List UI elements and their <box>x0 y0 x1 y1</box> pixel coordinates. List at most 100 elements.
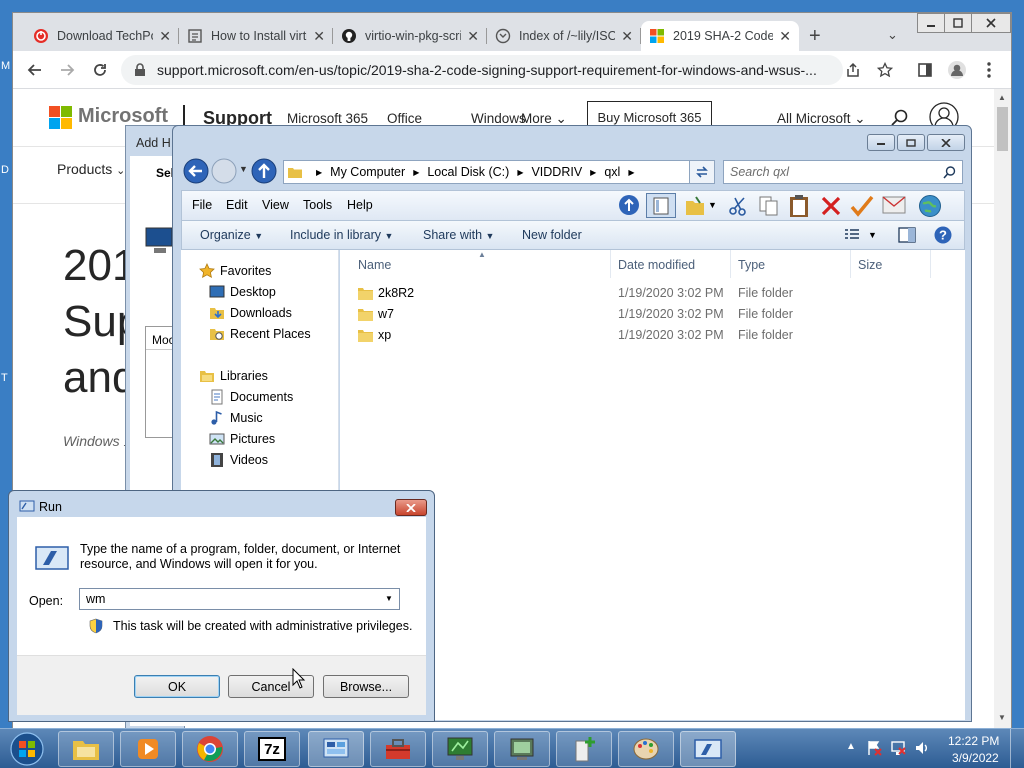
scrollbar-thumb[interactable] <box>997 107 1008 151</box>
properties-check-icon[interactable] <box>850 195 874 217</box>
explorer-close-button[interactable] <box>927 134 965 151</box>
file-row[interactable]: xp 1/19/2020 3:02 PM File folder <box>340 325 965 346</box>
explorer-minimize-button[interactable] <box>867 134 895 151</box>
column-header-type[interactable]: Type <box>738 258 765 272</box>
nav-music[interactable]: Music <box>209 410 263 426</box>
breadcrumb[interactable]: ▶ My Computer ▶ Local Disk (C:) ▶ VIDDRI… <box>283 160 703 184</box>
taskbar-add-program[interactable] <box>556 731 612 767</box>
breadcrumb-my-computer[interactable]: My Computer <box>330 165 405 179</box>
refresh-button[interactable] <box>689 160 715 184</box>
nav-videos[interactable]: Videos <box>209 452 268 468</box>
maximize-button[interactable] <box>944 13 972 33</box>
search-input[interactable]: Search qxl <box>723 160 963 184</box>
cut-scissors-icon[interactable] <box>727 195 749 217</box>
clock-date[interactable]: 3/9/2022 <box>952 751 999 765</box>
copy-icon[interactable] <box>758 195 780 217</box>
include-in-library-button[interactable]: Include in library ▼ <box>290 228 393 242</box>
taskbar-media-player[interactable] <box>120 731 176 767</box>
breadcrumb-qxl[interactable]: qxl <box>604 165 620 179</box>
up-folder-icon[interactable] <box>251 158 277 184</box>
open-combobox[interactable]: wm ▼ <box>79 588 400 610</box>
back-arrow-icon[interactable] <box>183 158 209 184</box>
nav-desktop[interactable]: Desktop <box>209 284 276 300</box>
browse-button[interactable]: Browse... <box>323 675 409 698</box>
taskbar-chrome[interactable] <box>182 731 238 767</box>
taskbar-7zip[interactable]: 7z <box>244 731 300 767</box>
reload-icon[interactable] <box>90 60 110 80</box>
taskbar-explorer[interactable] <box>58 731 114 767</box>
scroll-down-arrow-icon[interactable]: ▼ <box>998 713 1006 722</box>
nav-pictures[interactable]: Pictures <box>209 431 275 447</box>
menu-tools[interactable]: Tools <box>303 198 332 212</box>
close-tab-icon[interactable]: ✕ <box>313 28 325 45</box>
open-dropdown-icon[interactable]: ▼ <box>385 594 393 603</box>
minimize-button[interactable] <box>917 13 945 33</box>
side-panel-icon[interactable] <box>915 60 935 80</box>
close-tab-icon[interactable]: ✕ <box>779 28 791 45</box>
forward-arrow-icon[interactable] <box>211 158 237 184</box>
share-with-button[interactable]: Share with ▼ <box>423 228 494 242</box>
taskbar-device-manager[interactable] <box>494 731 550 767</box>
paste-clipboard-icon[interactable] <box>788 194 810 218</box>
scroll-up-arrow-icon[interactable]: ▲ <box>998 93 1006 102</box>
network-icon[interactable] <box>890 740 906 756</box>
explorer-maximize-button[interactable] <box>897 134 925 151</box>
open-input-value[interactable]: wm <box>86 592 105 606</box>
new-folder-button[interactable]: New folder <box>522 228 582 242</box>
close-tab-icon[interactable]: ✕ <box>621 28 633 45</box>
new-tab-button[interactable]: + <box>809 25 821 48</box>
column-header-date-modified[interactable]: Date modified <box>618 258 695 272</box>
volume-icon[interactable] <box>914 740 930 756</box>
close-tab-icon[interactable]: ✕ <box>467 28 479 45</box>
show-desktop-button[interactable] <box>1010 729 1024 768</box>
menu-edit[interactable]: Edit <box>226 198 248 212</box>
taskbar-network[interactable] <box>432 731 488 767</box>
preview-pane-icon[interactable] <box>898 227 916 243</box>
up-arrow-toolbar-icon[interactable] <box>618 194 640 216</box>
close-button[interactable] <box>971 13 1011 33</box>
nav-libraries[interactable]: Libraries <box>199 368 268 384</box>
nav-favorites[interactable]: Favorites <box>199 263 271 279</box>
view-details-icon[interactable] <box>844 229 860 241</box>
clock-time[interactable]: 12:22 PM <box>948 734 999 748</box>
start-orb-icon[interactable] <box>8 731 46 767</box>
taskbar-toolbox[interactable] <box>370 731 426 767</box>
tab-0[interactable]: Download TechPowerUp ✕ <box>25 21 179 51</box>
history-dropdown-icon[interactable]: ▼ <box>239 164 248 174</box>
tab-search-chevron-icon[interactable]: ⌄ <box>887 27 898 43</box>
organize-button[interactable]: Organize ▼ <box>200 228 263 242</box>
help-icon[interactable]: ? <box>934 226 952 244</box>
view-pane-button[interactable] <box>646 193 676 218</box>
share-icon[interactable] <box>843 60 863 80</box>
page-scrollbar[interactable]: ▲ ▼ <box>994 89 1011 729</box>
taskbar-control-panel[interactable] <box>308 731 364 767</box>
file-row[interactable]: w7 1/19/2020 3:02 PM File folder <box>340 304 965 325</box>
taskbar-run[interactable] <box>680 731 736 767</box>
file-row[interactable]: 2k8R2 1/19/2020 3:02 PM File folder <box>340 283 965 304</box>
nav-documents[interactable]: Documents <box>209 389 293 405</box>
breadcrumb-local-disk[interactable]: Local Disk (C:) <box>427 165 509 179</box>
delete-x-icon[interactable] <box>820 195 842 217</box>
run-close-button[interactable] <box>395 499 427 516</box>
view-dropdown-icon[interactable]: ▼ <box>868 230 877 240</box>
close-tab-icon[interactable]: ✕ <box>159 28 171 45</box>
show-hidden-icons-icon[interactable]: ▲ <box>846 741 856 752</box>
menu-kebab-icon[interactable] <box>979 60 999 80</box>
taskbar-paint[interactable] <box>618 731 674 767</box>
tab-4-active[interactable]: 2019 SHA-2 Code Signing ✕ <box>641 21 799 51</box>
bookmark-star-icon[interactable] <box>875 60 895 80</box>
back-icon[interactable] <box>25 60 45 80</box>
nav-office[interactable]: Office <box>387 111 422 126</box>
nav-recent-places[interactable]: Recent Places <box>209 326 311 342</box>
action-center-flag-icon[interactable] <box>866 740 882 756</box>
folder-options-dropdown-icon[interactable]: ▼ <box>708 200 717 210</box>
tab-2[interactable]: virtio-win-pkg-scripts ✕ <box>333 21 487 51</box>
forward-icon[interactable] <box>57 60 77 80</box>
menu-help[interactable]: Help <box>347 198 373 212</box>
tab-3[interactable]: Index of /~lily/ISO ✕ <box>487 21 641 51</box>
globe-icon[interactable] <box>918 194 942 218</box>
column-header-size[interactable]: Size <box>858 258 882 272</box>
profile-icon[interactable] <box>947 60 967 80</box>
menu-view[interactable]: View <box>262 198 289 212</box>
products-menu[interactable]: Products ⌄ <box>57 161 125 177</box>
